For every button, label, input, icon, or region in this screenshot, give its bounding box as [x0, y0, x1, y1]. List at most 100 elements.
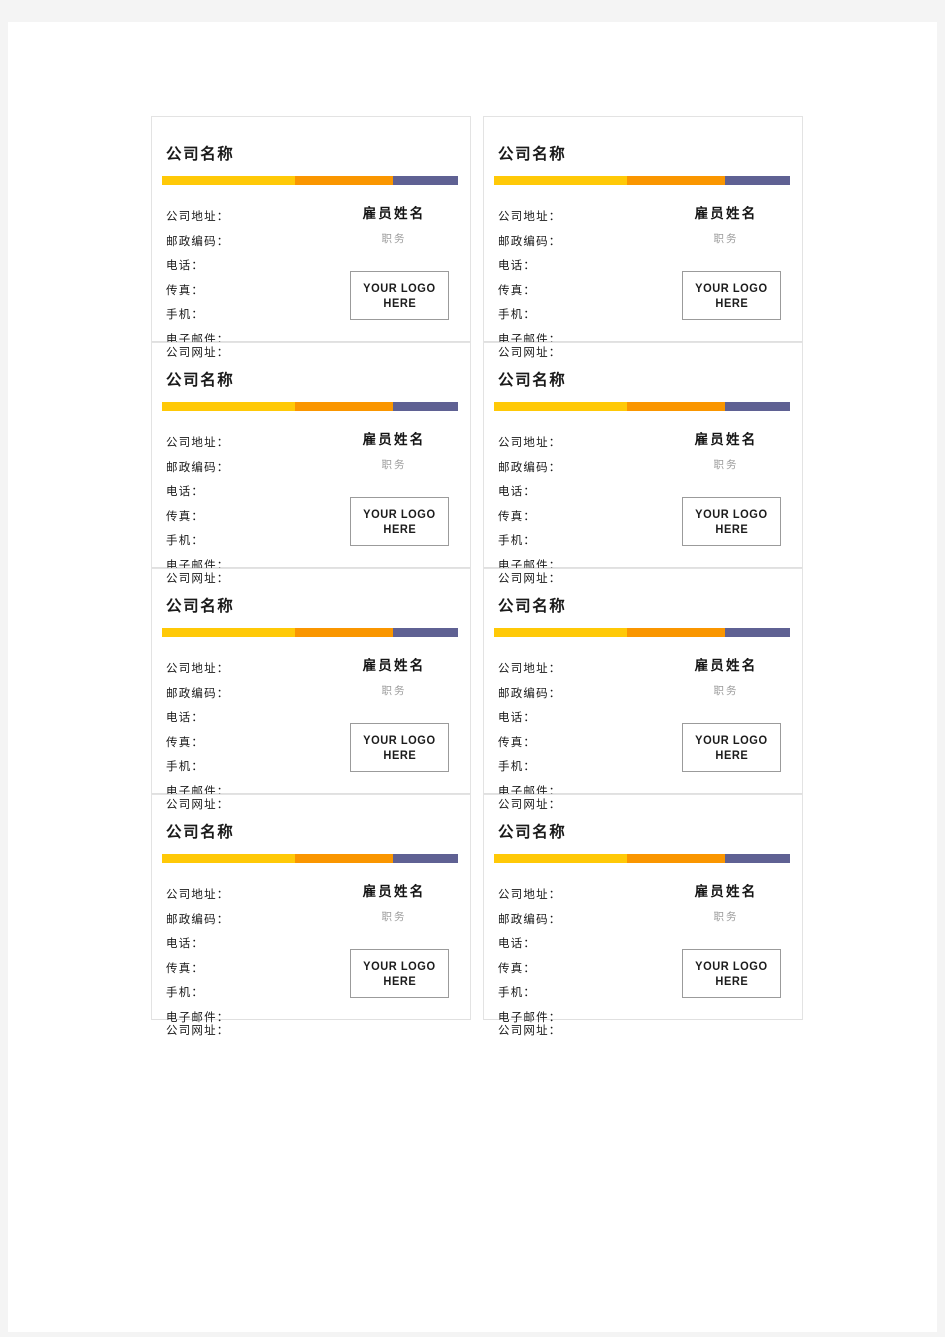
employee-role[interactable]: 职务	[322, 458, 466, 472]
field-label-postal-code[interactable]: 邮政编码：	[498, 456, 648, 481]
field-label-company-address[interactable]: 公司地址：	[166, 205, 316, 230]
field-label-postal-code[interactable]: 邮政编码：	[498, 682, 648, 707]
field-label-fax[interactable]: 传真：	[166, 957, 316, 982]
field-label-telephone[interactable]: 电话：	[498, 254, 648, 279]
employee-block: 雇员姓名 职务	[654, 883, 798, 924]
field-label-postal-code[interactable]: 邮政编码：	[166, 682, 316, 707]
field-label-telephone[interactable]: 电话：	[498, 706, 648, 731]
field-label-company-website[interactable]: 公司网址：	[166, 1023, 230, 1039]
logo-placeholder[interactable]: YOUR LOGO HERE	[350, 723, 449, 772]
business-card[interactable]: 公司名称 公司地址： 邮政编码： 电话： 传真： 手机： 电子邮件： 公司网址： 雇员姓名 职务 Y…	[151, 116, 471, 359]
employee-name[interactable]: 雇员姓名	[654, 883, 798, 901]
employee-name[interactable]: 雇员姓名	[322, 431, 466, 449]
employee-name[interactable]: 雇员姓名	[654, 205, 798, 223]
company-name-heading: 公司名称	[166, 598, 235, 615]
business-card[interactable]: 公司名称 公司地址： 邮政编码： 电话： 传真： 手机： 电子邮件： 公司网址： 雇员姓名 职务 Y…	[483, 794, 803, 1037]
logo-placeholder-line-1: YOUR LOGO	[695, 732, 768, 747]
field-label-telephone[interactable]: 电话：	[166, 254, 316, 279]
field-label-postal-code[interactable]: 邮政编码：	[166, 230, 316, 255]
business-card[interactable]: 公司名称 公司地址： 邮政编码： 电话： 传真： 手机： 电子邮件： 公司网址： 雇员姓名 职务 Y…	[483, 568, 803, 811]
field-label-mobile[interactable]: 手机：	[166, 981, 316, 1006]
employee-name[interactable]: 雇员姓名	[322, 205, 466, 223]
field-label-fax[interactable]: 传真：	[498, 957, 648, 982]
field-label-telephone[interactable]: 电话：	[498, 480, 648, 505]
business-card[interactable]: 公司名称 公司地址： 邮政编码： 电话： 传真： 手机： 电子邮件： 公司网址： 雇员姓名 职务 Y…	[151, 568, 471, 811]
field-label-company-address[interactable]: 公司地址：	[166, 657, 316, 682]
field-label-telephone[interactable]: 电话：	[166, 706, 316, 731]
field-label-mobile[interactable]: 手机：	[498, 303, 648, 328]
card-row: 公司名称 公司地址： 邮政编码： 电话： 传真： 手机： 电子邮件： 公司网址： 雇员姓名 职务 Y…	[151, 116, 803, 359]
field-label-company-website[interactable]: 公司网址：	[498, 571, 562, 587]
logo-placeholder[interactable]: YOUR LOGO HERE	[350, 949, 449, 998]
logo-placeholder[interactable]: YOUR LOGO HERE	[682, 497, 781, 546]
field-label-telephone[interactable]: 电话：	[498, 932, 648, 957]
field-label-company-address[interactable]: 公司地址：	[498, 657, 648, 682]
business-card[interactable]: 公司名称 公司地址： 邮政编码： 电话： 传真： 手机： 电子邮件： 公司网址： 雇员姓名 职务 Y…	[483, 342, 803, 585]
field-label-company-address[interactable]: 公司地址：	[498, 883, 648, 908]
logo-placeholder[interactable]: YOUR LOGO HERE	[682, 949, 781, 998]
logo-placeholder-line-2: HERE	[715, 747, 748, 762]
field-label-telephone[interactable]: 电话：	[166, 932, 316, 957]
field-label-postal-code[interactable]: 邮政编码：	[498, 908, 648, 933]
accent-bar-segment-orange	[295, 176, 393, 185]
logo-placeholder[interactable]: YOUR LOGO HERE	[682, 271, 781, 320]
employee-role[interactable]: 职务	[322, 232, 466, 246]
field-label-company-website[interactable]: 公司网址：	[166, 797, 230, 813]
accent-color-bar	[494, 176, 790, 185]
field-label-company-address[interactable]: 公司地址：	[498, 205, 648, 230]
field-label-mobile[interactable]: 手机：	[166, 303, 316, 328]
field-label-fax[interactable]: 传真：	[498, 731, 648, 756]
employee-role[interactable]: 职务	[654, 684, 798, 698]
field-label-mobile[interactable]: 手机：	[166, 529, 316, 554]
field-label-mobile[interactable]: 手机：	[498, 755, 648, 780]
business-card[interactable]: 公司名称 公司地址： 邮政编码： 电话： 传真： 手机： 电子邮件： 公司网址： 雇员姓名 职务 Y…	[483, 116, 803, 359]
logo-placeholder-line-1: YOUR LOGO	[695, 506, 768, 521]
field-label-postal-code[interactable]: 邮政编码：	[166, 456, 316, 481]
contact-field-list: 公司地址： 邮政编码： 电话： 传真： 手机： 电子邮件：	[498, 431, 648, 579]
employee-name[interactable]: 雇员姓名	[654, 431, 798, 449]
employee-name[interactable]: 雇员姓名	[654, 657, 798, 675]
accent-bar-segment-yellow	[162, 402, 296, 411]
company-name-heading: 公司名称	[166, 146, 235, 163]
employee-role[interactable]: 职务	[654, 910, 798, 924]
employee-name[interactable]: 雇员姓名	[322, 657, 466, 675]
logo-placeholder-line-1: YOUR LOGO	[363, 958, 436, 973]
field-label-postal-code[interactable]: 邮政编码：	[166, 908, 316, 933]
field-label-mobile[interactable]: 手机：	[166, 755, 316, 780]
field-label-mobile[interactable]: 手机：	[498, 981, 648, 1006]
field-label-fax[interactable]: 传真：	[498, 279, 648, 304]
field-label-company-website[interactable]: 公司网址：	[166, 345, 230, 361]
field-label-fax[interactable]: 传真：	[166, 731, 316, 756]
field-label-company-website[interactable]: 公司网址：	[498, 345, 562, 361]
business-card[interactable]: 公司名称 公司地址： 邮政编码： 电话： 传真： 手机： 电子邮件： 公司网址： 雇员姓名 职务 Y…	[151, 794, 471, 1037]
accent-bar-segment-orange	[295, 628, 393, 637]
accent-bar-segment-purple	[392, 628, 458, 637]
accent-bar-segment-purple	[724, 628, 790, 637]
employee-role[interactable]: 职务	[322, 910, 466, 924]
logo-placeholder[interactable]: YOUR LOGO HERE	[350, 271, 449, 320]
company-name-heading: 公司名称	[498, 372, 567, 389]
employee-name[interactable]: 雇员姓名	[322, 883, 466, 901]
employee-role[interactable]: 职务	[654, 232, 798, 246]
field-label-mobile[interactable]: 手机：	[498, 529, 648, 554]
business-card[interactable]: 公司名称 公司地址： 邮政编码： 电话： 传真： 手机： 电子邮件： 公司网址： 雇员姓名 职务 Y…	[151, 342, 471, 585]
field-label-fax[interactable]: 传真：	[166, 505, 316, 530]
logo-placeholder[interactable]: YOUR LOGO HERE	[350, 497, 449, 546]
employee-role[interactable]: 职务	[322, 684, 466, 698]
employee-role[interactable]: 职务	[654, 458, 798, 472]
field-label-company-address[interactable]: 公司地址：	[166, 883, 316, 908]
business-card-grid: 公司名称 公司地址： 邮政编码： 电话： 传真： 手机： 电子邮件： 公司网址： 雇员姓名 职务 Y…	[151, 116, 803, 1037]
field-label-company-website[interactable]: 公司网址：	[498, 1023, 562, 1039]
logo-placeholder-line-1: YOUR LOGO	[363, 506, 436, 521]
field-label-company-website[interactable]: 公司网址：	[498, 797, 562, 813]
field-label-company-address[interactable]: 公司地址：	[166, 431, 316, 456]
field-label-postal-code[interactable]: 邮政编码：	[498, 230, 648, 255]
field-label-telephone[interactable]: 电话：	[166, 480, 316, 505]
accent-bar-segment-orange	[627, 402, 725, 411]
field-label-fax[interactable]: 传真：	[498, 505, 648, 530]
field-label-company-website[interactable]: 公司网址：	[166, 571, 230, 587]
logo-placeholder[interactable]: YOUR LOGO HERE	[682, 723, 781, 772]
field-label-fax[interactable]: 传真：	[166, 279, 316, 304]
contact-field-list: 公司地址： 邮政编码： 电话： 传真： 手机： 电子邮件：	[166, 657, 316, 805]
field-label-company-address[interactable]: 公司地址：	[498, 431, 648, 456]
